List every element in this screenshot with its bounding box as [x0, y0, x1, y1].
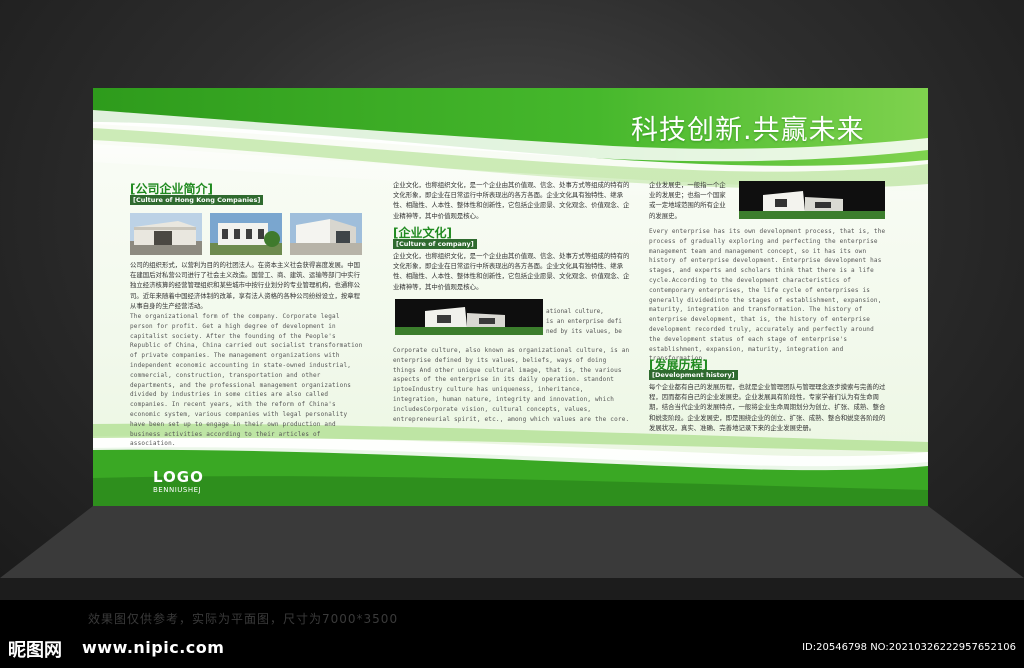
- section-subtitle-company-intro: [Culture of Hong Kong Companies]: [130, 195, 264, 205]
- section-subtitle-company-culture: [Culture of company]: [393, 239, 477, 249]
- site-logo[interactable]: 昵图网: [8, 636, 62, 662]
- logo-text: LOGO: [153, 468, 204, 486]
- image-id-text: ID:20546798 NO:20210326222957652106: [802, 642, 1016, 653]
- stage-floor: [0, 506, 1024, 600]
- section3-cn-text: 每个企业都有自己的发展历程，也就是企业管理团队与管理理念逐步摸索与完善的过程，因…: [649, 383, 886, 432]
- display-board: 科技创新.共赢未来 LOGO BENNIUSHEJ [公司企业简介] [Cult…: [93, 88, 928, 506]
- section3-en-text: Every enterprise has its own development…: [649, 228, 886, 363]
- section2-intro-cn: 企业文化，也称组织文化，是一个企业由其价值观、信念、处事方式等组成的特有的文化形…: [393, 181, 630, 220]
- building-photo-2: [210, 213, 282, 255]
- building-photo-5: [739, 181, 885, 219]
- slogan-title: 科技创新.共赢未来: [631, 115, 865, 146]
- caption-line: ned by its values, be: [546, 328, 622, 335]
- section2-cn-text: 企业文化，也称组织文化，是一个企业由其价值观、信念、处事方式等组成的特有的文化形…: [393, 252, 630, 291]
- building-photo-1: [130, 213, 202, 255]
- section3-intro-cn: 企业发展史，一般指一个企业的发展史；也指一个国家或一定地域范围的所有企业的发展史…: [649, 181, 726, 220]
- caption-line: ational culture,: [546, 308, 604, 315]
- photo4-caption: ational culture, is an enterprise defi n…: [546, 307, 622, 337]
- caption-line: is an enterprise defi: [546, 318, 622, 325]
- section1-en-text: The organizational form of the company. …: [130, 313, 363, 448]
- disclaimer-watermark: 效果图仅供参考，实际为平面图，尺寸为7000*3500: [88, 612, 399, 626]
- section-subtitle-development-history: [Development history]: [649, 370, 738, 380]
- logo-subtext: BENNIUSHEJ: [153, 486, 202, 494]
- building-photo-4: [395, 299, 543, 335]
- section2-en-text: Corporate culture, also known as organiz…: [393, 347, 630, 423]
- section1-cn-text: 公司的组织形式，以营利为目的的社团法人。在资本主义社会获得高度发展。中国在建国后…: [130, 261, 361, 310]
- site-url-link[interactable]: www.nipic.com: [82, 638, 224, 657]
- building-photo-3: [290, 213, 362, 255]
